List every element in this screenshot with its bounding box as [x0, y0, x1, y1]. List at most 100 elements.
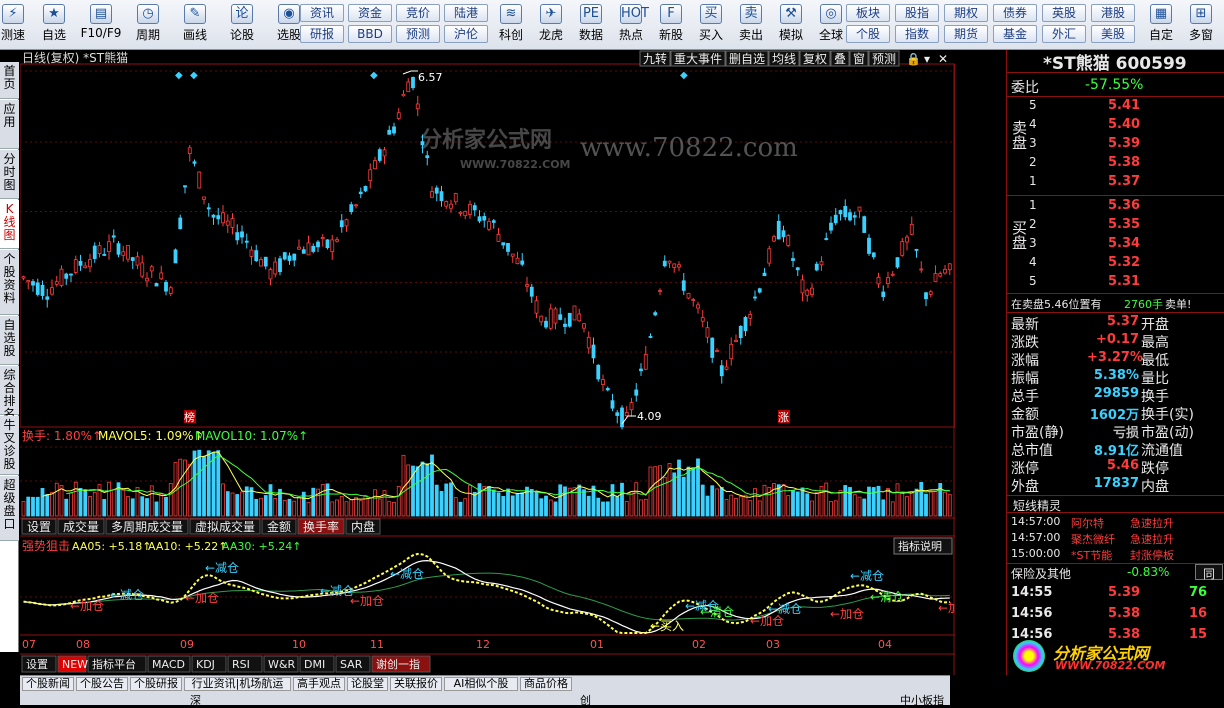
bottom-tab-1[interactable]: 个股公告 — [76, 677, 128, 691]
marker-bang[interactable]: 榜 — [184, 410, 196, 424]
bottom-tab-0[interactable]: 个股新闻 — [22, 677, 74, 691]
speed-test-button[interactable]: ⚡ 测速 — [0, 2, 26, 48]
chart-tool-1[interactable]: 重大事件 — [670, 50, 726, 67]
toolbar--button[interactable]: ★ 自选 — [32, 2, 76, 48]
chart-tool-6[interactable]: 窗 — [849, 50, 869, 67]
indicator-tab-4[interactable]: KDJ — [191, 655, 227, 673]
market-ticker-1[interactable]: 创 — [580, 692, 591, 708]
chart-area[interactable]: 日线(复权) *ST熊猫九转重大事件删自选均线复权叠窗预测🔒▾✕6.576.07… — [20, 50, 955, 675]
side-tab-6[interactable]: 综合排名 — [0, 366, 19, 421]
quick-tab-资讯[interactable]: 资讯 — [300, 4, 344, 22]
side-tab-0[interactable]: 首页 — [0, 62, 19, 99]
toolbar--button[interactable]: ⊞ 多窗 — [1182, 2, 1220, 48]
side-tab-3[interactable]: K线图 — [0, 200, 19, 249]
toolbar--button[interactable]: ▦ 自定 — [1142, 2, 1180, 48]
candle-body — [776, 220, 781, 240]
indicator-tab-9[interactable]: 谢创一指 — [371, 655, 431, 673]
market-tab-债券[interactable]: 债券 — [993, 4, 1037, 22]
chart-tool-5[interactable]: 叠 — [830, 50, 850, 67]
toolbar--button[interactable]: ✎ 画线 — [173, 2, 217, 48]
event-marker-icon[interactable]: ◆ — [370, 70, 378, 81]
bottom-tab-8[interactable]: 商品价格 — [520, 677, 572, 691]
candle-body — [924, 292, 928, 300]
index-toggle-button[interactable]: 同 — [1195, 564, 1223, 581]
side-tab-1[interactable]: 应用 — [0, 100, 19, 149]
event-marker-icon[interactable]: ◆ — [680, 70, 688, 81]
market-tab-期权[interactable]: 期权 — [944, 4, 988, 22]
marker-zhang[interactable]: 涨 — [778, 410, 790, 424]
toolbar--button[interactable]: ✈ 龙虎 — [532, 2, 570, 48]
toolbar--button[interactable]: ⚒ 模拟 — [772, 2, 810, 48]
market-tab-港股[interactable]: 港股 — [1091, 4, 1135, 22]
toolbar--button[interactable]: F 新股 — [652, 2, 690, 48]
quick-tab-陆港[interactable]: 陆港 — [444, 4, 488, 22]
toolbar--button[interactable]: ◷ 周期 — [126, 2, 170, 48]
quick-tab-BBD[interactable]: BBD — [348, 25, 392, 43]
market-tab-期货[interactable]: 期货 — [944, 25, 988, 43]
chart-tool-4[interactable]: 复权 — [799, 50, 831, 67]
market-ticker-2[interactable]: 中小板指 — [900, 692, 944, 708]
chart-tool-7[interactable]: 预测 — [868, 50, 900, 67]
event-marker-icon[interactable]: ◆ — [190, 70, 198, 81]
bottom-tab-7[interactable]: AI相似个股 — [444, 677, 518, 691]
toolbar--button[interactable]: HOT 热点 — [612, 2, 650, 48]
turnover-tab-0[interactable]: 设置 — [21, 518, 57, 535]
indicator-tab-2[interactable]: 指标平台 — [87, 655, 147, 673]
indicator-tab-6[interactable]: W&R — [263, 655, 299, 673]
turnover-bar — [358, 500, 363, 517]
indicator-tab-1[interactable]: NEW — [57, 655, 88, 673]
quick-tab-研报[interactable]: 研报 — [300, 25, 344, 43]
indicator-tab-7[interactable]: DMI — [299, 655, 335, 673]
indicator-tab-3[interactable]: MACD — [147, 655, 191, 673]
toolbar--button[interactable]: 买买入 — [692, 2, 730, 48]
watermark-url: WWW.70822.COM — [460, 158, 571, 171]
side-tab-7[interactable]: 牛叉诊股 — [0, 416, 19, 475]
bottom-tab-5[interactable]: 论股堂 — [347, 677, 388, 691]
indicator-help-button[interactable]: 指标说明 — [893, 537, 953, 555]
side-tab-5[interactable]: 自选股 — [0, 316, 19, 365]
indicator-tab-0[interactable]: 设置 — [21, 655, 57, 673]
toolbar--button[interactable]: ◎ 全球 — [812, 2, 850, 48]
chart-tool-2[interactable]: 删自选 — [725, 50, 769, 67]
side-tab-2[interactable]: 分时图 — [0, 150, 19, 199]
dropdown-icon[interactable]: ▾ — [924, 52, 930, 66]
toolbar--button[interactable]: 论论股 — [220, 2, 264, 48]
candle-body — [919, 268, 924, 271]
market-tab-英股[interactable]: 英股 — [1042, 4, 1086, 22]
bottom-tab-3[interactable]: 行业资讯|机场航运 — [184, 677, 291, 691]
quick-tab-竞价[interactable]: 竞价 — [396, 4, 440, 22]
turnover-tab-6[interactable]: 内盘 — [345, 518, 381, 535]
toolbar-F10F9-button[interactable]: ▤ F10/F9 — [79, 2, 123, 48]
quick-tab-预测[interactable]: 预测 — [396, 25, 440, 43]
market-ticker-0[interactable]: 深 — [190, 692, 201, 708]
indicator-tab-5[interactable]: RSI — [227, 655, 263, 673]
market-tab-外汇[interactable]: 外汇 — [1042, 25, 1086, 43]
toolbar--button[interactable]: PE 数据 — [572, 2, 610, 48]
market-tab-股指[interactable]: 股指 — [895, 4, 939, 22]
bottom-tab-6[interactable]: 关联报价 — [390, 677, 442, 691]
toolbar--button[interactable]: 卖卖出 — [732, 2, 770, 48]
side-tab-8[interactable]: 超级盘口 — [0, 476, 19, 541]
market-tab-板块[interactable]: 板块 — [846, 4, 890, 22]
chart-tool-0[interactable]: 九转 — [639, 50, 671, 67]
bottom-tab-4[interactable]: 高手观点 — [293, 677, 345, 691]
lock-icon[interactable]: 🔒 — [906, 52, 921, 66]
turnover-tab-1[interactable]: 成交量 — [57, 518, 105, 535]
turnover-tab-3[interactable]: 虚拟成交量 — [189, 518, 261, 535]
event-marker-icon[interactable]: ◆ — [175, 70, 183, 81]
market-tab-美股[interactable]: 美股 — [1091, 25, 1135, 43]
toolbar--button[interactable]: ≋ 科创 — [492, 2, 530, 48]
indicator-tab-8[interactable]: SAR — [335, 655, 371, 673]
bottom-tab-2[interactable]: 个股研报 — [130, 677, 182, 691]
side-tab-4[interactable]: 个股资料 — [0, 250, 19, 315]
turnover-tab-5[interactable]: 换手率 — [297, 518, 345, 535]
market-tab-基金[interactable]: 基金 — [993, 25, 1037, 43]
market-tab-个股[interactable]: 个股 — [846, 25, 890, 43]
turnover-tab-2[interactable]: 多周期成交量 — [105, 518, 189, 535]
chart-tool-3[interactable]: 均线 — [768, 50, 800, 67]
market-tab-指数[interactable]: 指数 — [895, 25, 939, 43]
quick-tab-资金[interactable]: 资金 — [348, 4, 392, 22]
turnover-tab-4[interactable]: 金额 — [261, 518, 297, 535]
quick-tab-沪伦[interactable]: 沪伦 — [444, 25, 488, 43]
close-icon[interactable]: ✕ — [938, 52, 948, 66]
